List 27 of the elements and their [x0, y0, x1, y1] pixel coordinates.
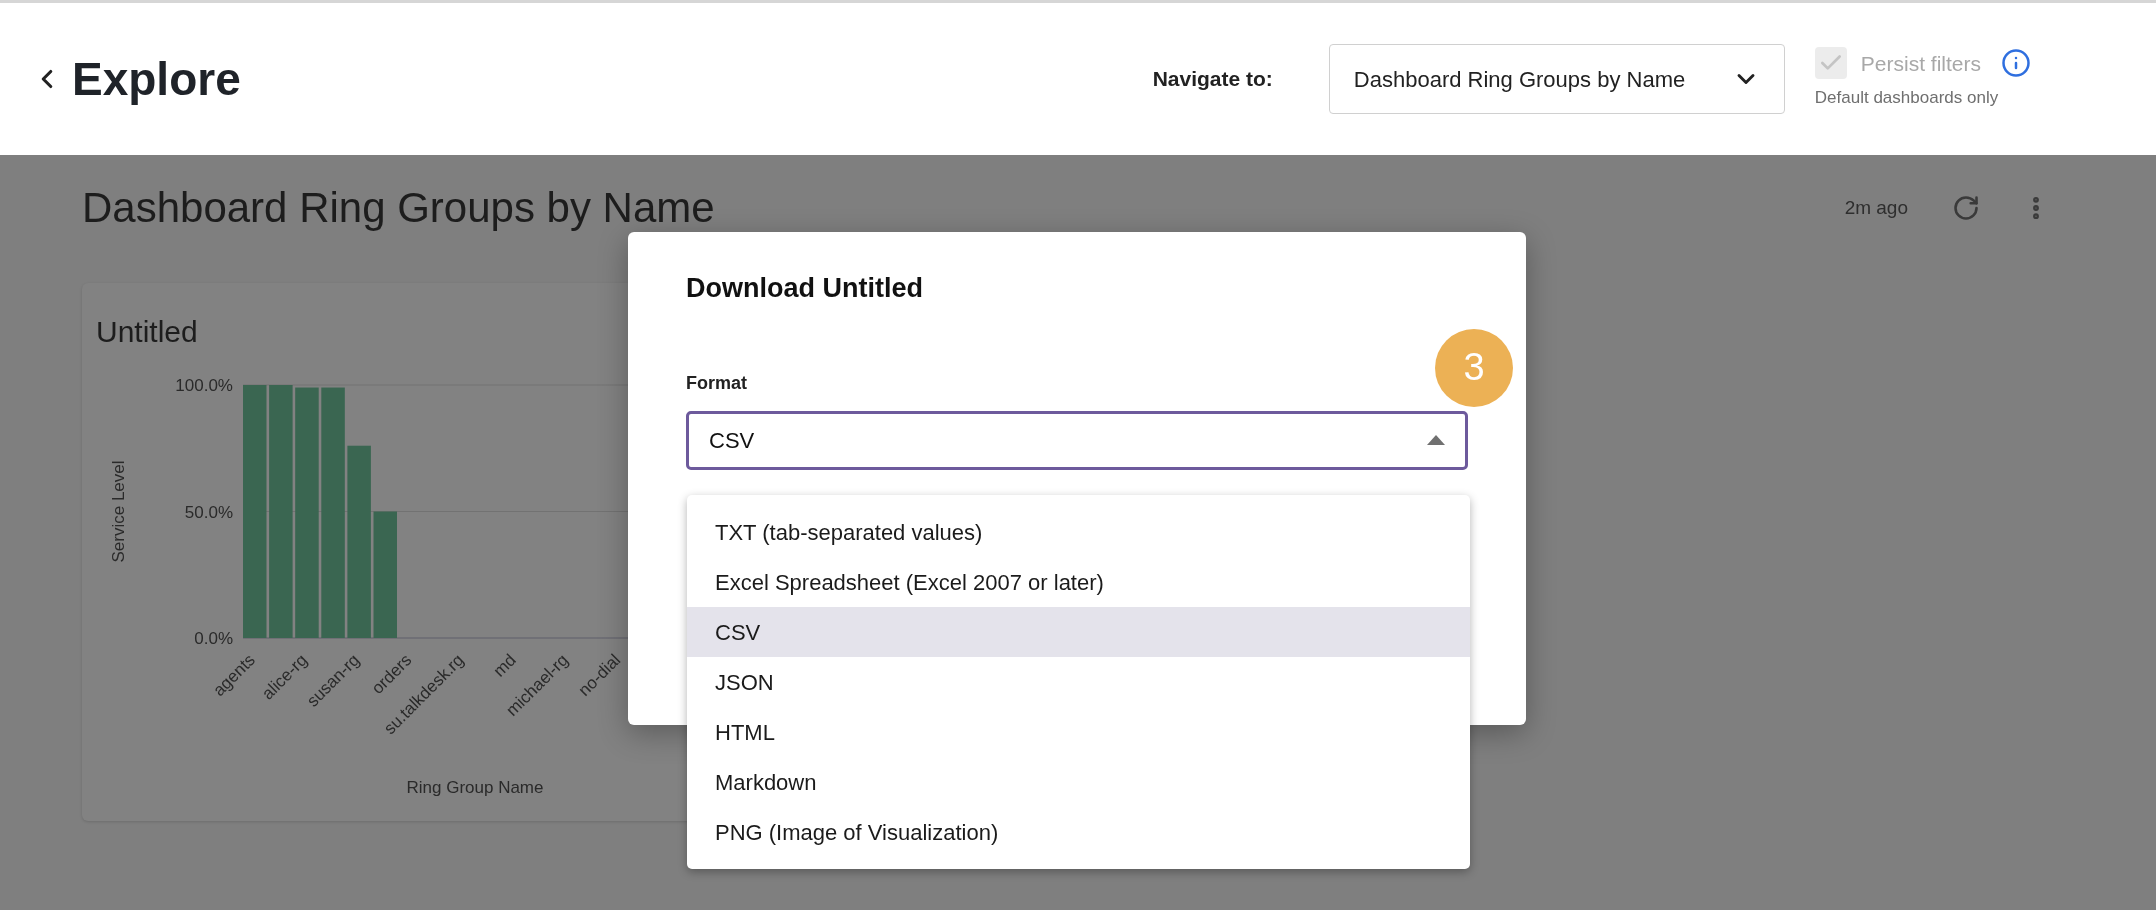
tile-title: Untitled: [96, 314, 198, 350]
format-option[interactable]: JSON: [687, 657, 1470, 707]
dashboard-title: Dashboard Ring Groups by Name: [82, 187, 715, 229]
format-option[interactable]: PNG (Image of Visualization): [687, 807, 1470, 857]
persist-label: Persist filters: [1860, 50, 1981, 77]
format-option[interactable]: Markdown: [687, 757, 1470, 807]
y-axis-title: Service Level: [109, 460, 128, 563]
caret-up-icon: [1427, 435, 1445, 445]
y-tick-label: 50.0%: [184, 502, 233, 522]
persist-note: Default dashboards only: [1814, 87, 2000, 110]
x-axis-title: Ring Group Name: [406, 778, 544, 797]
dashboard-select[interactable]: Dashboard Ring Groups by Name: [1328, 44, 1785, 114]
format-option[interactable]: CSV: [687, 607, 1470, 657]
format-label: Format: [686, 371, 747, 395]
page-title: Explore: [72, 51, 241, 107]
format-option[interactable]: Excel Spreadsheet (Excel 2007 or later): [687, 557, 1470, 607]
navigate-label: Navigate to:: [1152, 66, 1273, 93]
updated-time: 2m ago: [1844, 195, 1908, 220]
info-icon[interactable]: [2001, 48, 2031, 79]
refresh-icon[interactable]: [1952, 194, 1980, 222]
format-option[interactable]: HTML: [687, 707, 1470, 757]
format-option[interactable]: TXT (tab-separated values): [687, 507, 1470, 557]
format-select[interactable]: CSV: [686, 410, 1468, 470]
step-badge: 3: [1435, 328, 1513, 407]
y-tick-label: 0.0%: [194, 629, 233, 648]
dialog-title: Download Untitled: [686, 272, 924, 305]
y-tick-label: 100.0%: [175, 376, 233, 395]
